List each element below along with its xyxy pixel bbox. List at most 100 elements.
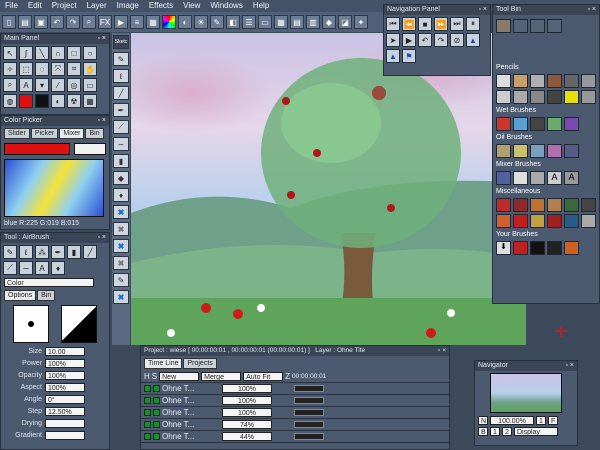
navigator-1b-button[interactable]: 1 — [490, 427, 500, 436]
cross-blue-icon[interactable]: ✖ — [113, 205, 129, 219]
pencil-tool-icon[interactable]: ✎ — [113, 273, 129, 287]
wet-5-icon[interactable] — [564, 117, 579, 131]
new-file-icon[interactable]: ▯ — [2, 15, 16, 29]
tab-slider[interactable]: Slider — [4, 128, 30, 139]
pencil-10-icon[interactable] — [547, 90, 562, 104]
wet-3-icon[interactable] — [530, 117, 545, 131]
pencil-3-icon[interactable] — [530, 74, 545, 88]
pencil-8-icon[interactable] — [513, 90, 528, 104]
cross-blue-2-icon[interactable]: ✖ — [113, 239, 129, 253]
pencil-11-icon[interactable] — [564, 90, 579, 104]
grid-icon[interactable]: ▦ — [146, 15, 160, 29]
undo-icon[interactable]: ↶ — [50, 15, 64, 29]
pencil-5-icon[interactable] — [564, 74, 579, 88]
sketch-brush-9-icon[interactable]: ♦ — [113, 188, 129, 202]
mixer-text-2-icon[interactable]: A — [564, 171, 579, 185]
eyedropper-icon[interactable]: ⁄ — [51, 78, 65, 92]
text-brush-icon[interactable]: A — [35, 261, 49, 275]
run-icon[interactable]: ➤ — [386, 33, 400, 47]
navigator-2-button[interactable]: 2 — [502, 427, 512, 436]
solo-checkbox[interactable] — [153, 409, 160, 416]
menu-project[interactable]: Project — [47, 0, 82, 12]
oil-1-icon[interactable] — [496, 144, 511, 158]
fill-icon[interactable]: ▾ — [35, 78, 49, 92]
misc-2-icon[interactable] — [513, 198, 528, 212]
smudge-icon[interactable]: ∼ — [19, 261, 33, 275]
layer-opacity[interactable]: 100% — [222, 396, 272, 405]
transform-icon[interactable]: ⤧ — [51, 62, 65, 76]
pause-icon[interactable]: ⏸ — [466, 17, 480, 31]
knife-icon[interactable]: ⟋ — [3, 261, 17, 275]
misc-8-icon[interactable] — [513, 214, 528, 228]
window-icon[interactable]: ▭ — [258, 15, 272, 29]
mixer-text-icon[interactable]: A — [547, 171, 562, 185]
radioactive-icon[interactable]: ☢ — [67, 94, 81, 108]
visible-checkbox[interactable] — [144, 397, 151, 404]
marker-icon[interactable]: ▮ — [67, 245, 81, 259]
layer-opacity[interactable]: 74% — [222, 420, 272, 429]
rectangle-icon[interactable]: □ — [67, 46, 81, 60]
angle-input[interactable]: 0° — [45, 394, 85, 404]
misc-9-icon[interactable] — [530, 214, 545, 228]
layer-track[interactable] — [294, 421, 324, 428]
your-brush-2-icon[interactable] — [530, 241, 545, 255]
magic-wand-icon[interactable]: ✧ — [3, 62, 17, 76]
menu-image[interactable]: Image — [112, 0, 144, 12]
play-icon[interactable]: ▶ — [402, 33, 416, 47]
redo-icon[interactable]: ↷ — [434, 33, 448, 47]
navigator-1-button[interactable]: 1 — [536, 416, 546, 425]
flag-icon[interactable]: ⚑ — [402, 49, 416, 63]
size-input[interactable]: 10.00 — [45, 346, 85, 356]
save-icon[interactable]: ▣ — [34, 15, 48, 29]
open-file-icon[interactable]: ▤ — [18, 15, 32, 29]
display-mode-dropdown[interactable]: Display — [514, 427, 558, 436]
misc-6-icon[interactable] — [581, 198, 596, 212]
sketch-brush-4-icon[interactable]: ✒ — [113, 103, 129, 117]
menu-layer[interactable]: Layer — [82, 0, 112, 12]
cross-blue-3-icon[interactable]: ✖ — [113, 290, 129, 304]
visible-checkbox[interactable] — [144, 433, 151, 440]
up-arrow-2-icon[interactable]: ▲ — [386, 49, 400, 63]
misc-1-icon[interactable] — [496, 198, 511, 212]
tab-options[interactable]: Options — [4, 290, 37, 301]
oil-4-icon[interactable] — [547, 144, 562, 158]
stack-icon[interactable]: ☰ — [242, 15, 256, 29]
gradient-icon[interactable]: ◐ — [51, 94, 65, 108]
tab-projects[interactable]: Projects — [183, 358, 217, 369]
zoom-icon[interactable]: ⌕ — [82, 15, 96, 29]
misc-10-icon[interactable] — [547, 214, 562, 228]
zoom-level-input[interactable]: 100.00% — [490, 416, 534, 425]
play-icon[interactable]: ▶ — [114, 15, 128, 29]
tab-bin[interactable]: Bin — [85, 128, 104, 139]
layer-tool-icon[interactable]: ▦ — [83, 94, 97, 108]
sketch-brush-6-icon[interactable]: ∼ — [113, 137, 129, 151]
layer-row[interactable]: Ohne T... 100% — [141, 383, 449, 395]
chalk-icon[interactable]: ╱ — [83, 245, 97, 259]
pencil-4-icon[interactable] — [547, 74, 562, 88]
cube-icon[interactable]: ◆ — [322, 15, 336, 29]
bin-curve-2-icon[interactable] — [530, 19, 545, 33]
bin-curve-icon[interactable] — [513, 19, 528, 33]
solo-checkbox[interactable] — [153, 397, 160, 404]
oil-2-icon[interactable] — [513, 144, 528, 158]
visible-checkbox[interactable] — [144, 409, 151, 416]
layer-row[interactable]: Ohne T... 100% — [141, 395, 449, 407]
select-arrow-icon[interactable]: ↖ — [3, 46, 17, 60]
layer-track[interactable] — [294, 385, 324, 392]
sketch-brush-2-icon[interactable]: ℓ — [113, 69, 129, 83]
your-brush-1-icon[interactable] — [513, 241, 528, 255]
cross-gray-icon[interactable]: ✖ — [113, 222, 129, 236]
end-icon[interactable]: ⏭ — [450, 17, 464, 31]
view-icon[interactable]: ◧ — [226, 15, 240, 29]
menu-view[interactable]: View — [178, 0, 205, 12]
navigator-f-button[interactable]: F — [548, 416, 558, 425]
opacity-input[interactable]: 100% — [45, 370, 85, 380]
color-mixer-area[interactable] — [4, 159, 104, 217]
up-arrow-icon[interactable]: ▲ — [466, 33, 480, 47]
ellipse-icon[interactable]: ○ — [83, 46, 97, 60]
navigator-thumbnail[interactable] — [490, 373, 562, 413]
current-color-swatch[interactable] — [4, 143, 70, 155]
layer-row[interactable]: Ohne T... 44% — [141, 431, 449, 443]
menu-help[interactable]: Help — [248, 0, 274, 12]
brush-icon[interactable]: ✎ — [210, 15, 224, 29]
